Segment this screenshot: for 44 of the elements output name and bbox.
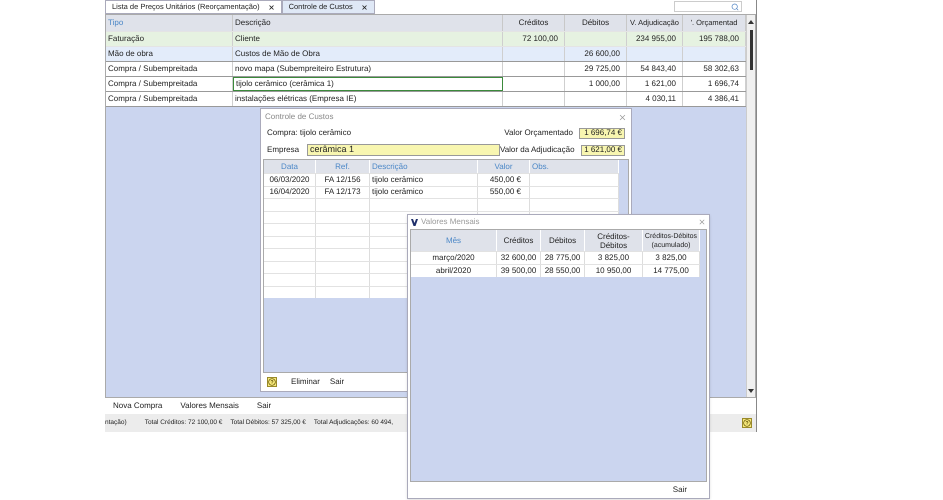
toolbar-button[interactable]: Nova Compra	[113, 400, 162, 412]
toolbar-button[interactable]: Sair	[256, 400, 272, 412]
field-label: Valor da Adjudicação	[500, 144, 575, 156]
dialog-title: Valores Mensais	[421, 216, 480, 228]
search-field[interactable]	[674, 1, 742, 12]
exit-button[interactable]: Sair	[330, 376, 344, 388]
table-cell: tijolo cerâmico	[370, 174, 478, 186]
field-label: Valor Orçamentado	[504, 127, 573, 139]
table-cell: abril/2020	[411, 265, 497, 277]
scroll-down-icon[interactable]	[748, 389, 754, 393]
help-icon[interactable]	[267, 377, 277, 387]
table-cell: 550,00 €	[478, 186, 530, 198]
table-cell: 28 550,00	[541, 265, 585, 277]
purchase-label: Compra: tijolo cerâmico	[267, 127, 352, 139]
table-cell: 450,00 €	[478, 174, 530, 186]
dialog-title: Controle de Custos	[265, 111, 334, 123]
company-field[interactable]: cerâmica 1	[307, 144, 500, 156]
close-icon[interactable]	[268, 4, 275, 10]
table-row[interactable]: Compra / Subempreitada tijolo cerâmico (cerâmica 1) 1 000,00 1 621,00 1 696,74	[106, 76, 746, 91]
table-row[interactable]: Mão de obra Custos de Mão de Obra 26 600,00	[106, 46, 746, 61]
delete-button[interactable]: Eliminar	[291, 376, 320, 388]
scrollbar[interactable]	[746, 15, 755, 397]
table-cell: 14 775,00	[643, 265, 700, 277]
table-cell: 16/04/2020	[264, 186, 316, 198]
scroll-up-icon[interactable]	[748, 20, 754, 24]
exit-button[interactable]: Sair	[672, 484, 687, 496]
table-row[interactable]: Compra / Subempreitada instalações elétricas (Empresa IE) 4 030,11 4 386,41	[106, 91, 746, 106]
table-row[interactable]: Faturação Cliente 72 100,00 234 955,00 195 788,00	[106, 31, 746, 46]
table-cell: 06/03/2020	[264, 174, 316, 186]
search-icon[interactable]	[731, 2, 739, 10]
table-cell: 39 500,00	[497, 265, 541, 277]
table-row[interactable]: Compra / Subempreitada novo mapa (Subempreiteiro Estrutura) 29 725,00 54 843,40 58 302,63	[106, 61, 746, 76]
table-cell: tijolo cerâmico (cerâmica 1)	[233, 77, 503, 91]
close-icon[interactable]	[360, 4, 368, 10]
logo-icon	[411, 218, 418, 226]
table-cell: FA 12/156	[316, 174, 370, 186]
help-icon[interactable]	[742, 418, 752, 428]
table-cell: FA 12/173	[316, 186, 370, 198]
field-label: Empresa	[267, 144, 300, 156]
table-cell: tijolo cerâmico	[370, 186, 478, 198]
award-field[interactable]: 1 621,00 €	[580, 144, 625, 156]
toolbar-button[interactable]: Valores Mensais	[180, 400, 239, 412]
table-cell: 10 950,00	[585, 265, 643, 277]
budget-field[interactable]: 1 696,74 €	[579, 128, 625, 138]
